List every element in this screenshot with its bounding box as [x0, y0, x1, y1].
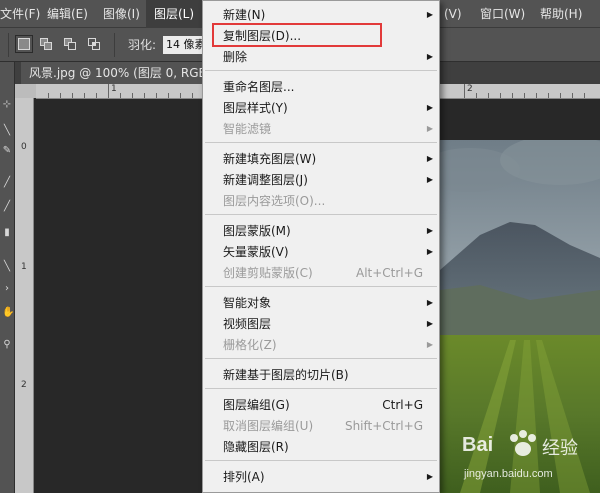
ruler-label: 1 — [111, 84, 117, 94]
menu-image[interactable]: 图像(I) — [103, 0, 140, 28]
menu-item-vector-mask[interactable]: 矢量蒙版(V) ▶ — [203, 241, 439, 263]
menu-item-new-fill-layer[interactable]: 新建填充图层(W) ▶ — [203, 148, 439, 170]
ruler-label: 1 — [21, 262, 27, 272]
menu-separator — [205, 358, 437, 359]
menu-item-smart-filter[interactable]: 智能滤镜 ▶ — [203, 118, 439, 140]
menu-help[interactable]: 帮助(H) — [540, 0, 582, 28]
menu-item-layer-mask[interactable]: 图层蒙版(M) ▶ — [203, 220, 439, 242]
path-tool-icon[interactable]: › — [2, 284, 12, 294]
menu-edit[interactable]: 编辑(E) — [47, 0, 88, 28]
feather-label: 羽化: — [128, 38, 157, 52]
move-tool-icon[interactable]: ⊹ — [2, 100, 12, 110]
divider — [114, 33, 115, 57]
menu-item-arrange[interactable]: 排列(A) ▶ — [203, 466, 439, 488]
menu-item-hide-layers[interactable]: 隐藏图层(R) — [203, 436, 439, 458]
lasso-tool-icon[interactable]: ╲ — [2, 126, 12, 136]
intersect-selection-icon[interactable] — [88, 38, 100, 50]
hand-tool-icon[interactable]: ✋ — [2, 308, 14, 318]
brush-tool-icon[interactable]: ╱ — [2, 202, 12, 212]
ruler-label: 2 — [467, 84, 473, 94]
menu-item-video-layers[interactable]: 视频图层 ▶ — [203, 313, 439, 335]
highlight-box — [212, 23, 382, 47]
baidu-watermark: Bai 经验 jingyan.baidu.com — [458, 428, 598, 488]
menu-item-layer-content-options[interactable]: 图层内容选项(O)... — [203, 190, 439, 212]
watermark-brand2: 经验 — [542, 438, 578, 459]
menu-separator — [205, 142, 437, 143]
menu-item-delete[interactable]: 删除 ▶ — [203, 46, 439, 68]
menu-file[interactable]: 文件(F) — [0, 0, 40, 28]
menu-separator — [205, 388, 437, 389]
subtract-selection-icon[interactable] — [64, 38, 76, 50]
menu-separator — [205, 286, 437, 287]
menu-item-smart-objects[interactable]: 智能对象 ▶ — [203, 292, 439, 314]
menu-item-rename-layer[interactable]: 重命名图层... — [203, 76, 439, 98]
ruler-label: 2 — [21, 380, 27, 390]
menu-item-rasterize[interactable]: 栅格化(Z) ▶ — [203, 334, 439, 356]
menu-item-ungroup-layers[interactable]: 取消图层编组(U) Shift+Ctrl+G — [203, 415, 439, 437]
add-selection-icon[interactable] — [40, 38, 52, 50]
menu-layer[interactable]: 图层(L) — [146, 0, 202, 28]
tools-panel: ⊹ ╲ ✎ ╱ ╱ ▮ ╲ › ✋ ⚲ — [0, 62, 15, 493]
quick-select-tool-icon[interactable]: ✎ — [2, 146, 12, 156]
menu-item-layer-style[interactable]: 图层样式(Y) ▶ — [203, 97, 439, 119]
ruler-corner — [15, 84, 36, 98]
layer-menu-dropdown: 新建(N) ▶ 复制图层(D)... 删除 ▶ 重命名图层... 图层样式(Y) ▶ … — [202, 0, 440, 493]
feather-input[interactable]: 14 像素 — [163, 36, 207, 54]
menu-window[interactable]: 窗口(W) — [480, 0, 525, 28]
menu-separator — [205, 70, 437, 71]
menu-item-new-layer-based-slice[interactable]: 新建基于图层的切片(B) — [203, 364, 439, 386]
eraser-tool-icon[interactable]: ▮ — [2, 228, 12, 238]
zoom-tool-icon[interactable]: ⚲ — [2, 340, 12, 350]
divider — [8, 33, 9, 57]
document-tab[interactable]: 风景.jpg @ 100% (图层 0, RGB/8 — [21, 62, 227, 84]
menu-item-group-layers[interactable]: 图层编组(G) Ctrl+G — [203, 394, 439, 416]
menu-item-create-clipping-mask[interactable]: 创建剪贴蒙版(C) Alt+Ctrl+G — [203, 262, 439, 284]
eyedropper-tool-icon[interactable]: ╱ — [2, 178, 12, 188]
menu-separator — [205, 214, 437, 215]
ruler-label: 0 — [21, 142, 27, 152]
menu-view[interactable]: (V) — [444, 0, 462, 28]
pen-tool-icon[interactable]: ╲ — [2, 262, 12, 272]
menu-item-new-adjustment-layer[interactable]: 新建调整图层(J) ▶ — [203, 169, 439, 191]
menu-separator — [205, 460, 437, 461]
new-selection-icon[interactable] — [15, 35, 33, 53]
watermark-brand: Bai — [462, 434, 494, 456]
vertical-ruler[interactable]: 0 1 2 — [15, 98, 34, 493]
watermark-url: jingyan.baidu.com — [464, 468, 553, 480]
